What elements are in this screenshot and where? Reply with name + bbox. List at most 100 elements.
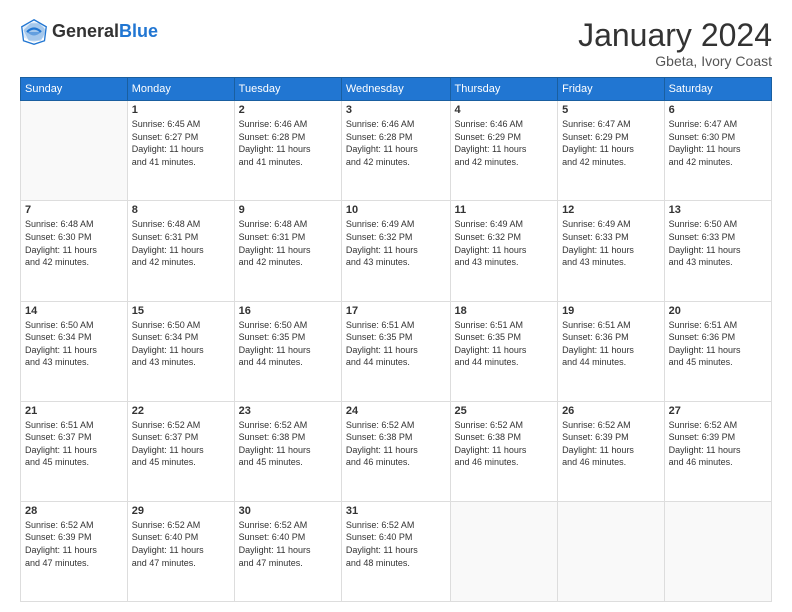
day-number: 18 (455, 305, 554, 317)
day-number: 22 (132, 405, 230, 417)
day-info: Sunrise: 6:52 AM Sunset: 6:39 PM Dayligh… (25, 519, 123, 569)
calendar-cell: 10 Sunrise: 6:49 AM Sunset: 6:32 PM Dayli… (341, 201, 450, 301)
day-number: 17 (346, 305, 446, 317)
calendar-cell: 2 Sunrise: 6:46 AM Sunset: 6:28 PM Daylig… (234, 101, 341, 201)
calendar-cell: 28 Sunrise: 6:52 AM Sunset: 6:39 PM Dayli… (21, 501, 128, 601)
calendar-week-row: 28 Sunrise: 6:52 AM Sunset: 6:39 PM Dayli… (21, 501, 772, 601)
day-number: 5 (562, 104, 660, 116)
day-header-saturday: Saturday (664, 78, 771, 101)
calendar-cell (450, 501, 558, 601)
title-block: January 2024 Gbeta, Ivory Coast (578, 18, 772, 69)
calendar-cell: 7 Sunrise: 6:48 AM Sunset: 6:30 PM Daylig… (21, 201, 128, 301)
day-header-monday: Monday (127, 78, 234, 101)
day-info: Sunrise: 6:45 AM Sunset: 6:27 PM Dayligh… (132, 118, 230, 168)
calendar-cell (21, 101, 128, 201)
header: General Blue January 2024 Gbeta, Ivory C… (20, 18, 772, 69)
calendar-cell: 14 Sunrise: 6:50 AM Sunset: 6:34 PM Dayli… (21, 301, 128, 401)
day-info: Sunrise: 6:46 AM Sunset: 6:28 PM Dayligh… (239, 118, 337, 168)
day-header-wednesday: Wednesday (341, 78, 450, 101)
location: Gbeta, Ivory Coast (578, 53, 772, 69)
day-number: 19 (562, 305, 660, 317)
day-info: Sunrise: 6:52 AM Sunset: 6:38 PM Dayligh… (239, 419, 337, 469)
day-number: 12 (562, 204, 660, 216)
day-info: Sunrise: 6:48 AM Sunset: 6:31 PM Dayligh… (132, 218, 230, 268)
day-info: Sunrise: 6:50 AM Sunset: 6:34 PM Dayligh… (25, 319, 123, 369)
calendar-cell: 29 Sunrise: 6:52 AM Sunset: 6:40 PM Dayli… (127, 501, 234, 601)
day-number: 2 (239, 104, 337, 116)
calendar-cell: 18Sunrise: 6:51 AM Sunset: 6:35 PM Dayli… (450, 301, 558, 401)
calendar-cell: 16 Sunrise: 6:50 AM Sunset: 6:35 PM Dayli… (234, 301, 341, 401)
day-info: Sunrise: 6:51 AM Sunset: 6:35 PM Dayligh… (346, 319, 446, 369)
day-info: Sunrise: 6:49 AM Sunset: 6:33 PM Dayligh… (562, 218, 660, 268)
calendar-week-row: 1 Sunrise: 6:45 AM Sunset: 6:27 PM Daylig… (21, 101, 772, 201)
day-info: Sunrise: 6:49 AM Sunset: 6:32 PM Dayligh… (346, 218, 446, 268)
calendar-cell (664, 501, 771, 601)
day-info: Sunrise: 6:50 AM Sunset: 6:35 PM Dayligh… (239, 319, 337, 369)
day-number: 10 (346, 204, 446, 216)
calendar-cell: 8 Sunrise: 6:48 AM Sunset: 6:31 PM Daylig… (127, 201, 234, 301)
day-number: 15 (132, 305, 230, 317)
calendar-week-row: 14 Sunrise: 6:50 AM Sunset: 6:34 PM Dayli… (21, 301, 772, 401)
month-title: January 2024 (578, 18, 772, 53)
day-info: Sunrise: 6:46 AM Sunset: 6:28 PM Dayligh… (346, 118, 446, 168)
calendar-cell: 9 Sunrise: 6:48 AM Sunset: 6:31 PM Daylig… (234, 201, 341, 301)
day-info: Sunrise: 6:52 AM Sunset: 6:39 PM Dayligh… (669, 419, 767, 469)
day-info: Sunrise: 6:52 AM Sunset: 6:39 PM Dayligh… (562, 419, 660, 469)
calendar-week-row: 21 Sunrise: 6:51 AM Sunset: 6:37 PM Dayli… (21, 401, 772, 501)
day-number: 21 (25, 405, 123, 417)
calendar-header-row: SundayMondayTuesdayWednesdayThursdayFrid… (21, 78, 772, 101)
day-info: Sunrise: 6:51 AM Sunset: 6:36 PM Dayligh… (562, 319, 660, 369)
day-info: Sunrise: 6:47 AM Sunset: 6:30 PM Dayligh… (669, 118, 767, 168)
day-info: Sunrise: 6:52 AM Sunset: 6:38 PM Dayligh… (455, 419, 554, 469)
calendar-cell (558, 501, 665, 601)
day-number: 16 (239, 305, 337, 317)
calendar-cell: 5Sunrise: 6:47 AM Sunset: 6:29 PM Daylig… (558, 101, 665, 201)
day-info: Sunrise: 6:49 AM Sunset: 6:32 PM Dayligh… (455, 218, 554, 268)
day-number: 24 (346, 405, 446, 417)
calendar-cell: 17 Sunrise: 6:51 AM Sunset: 6:35 PM Dayli… (341, 301, 450, 401)
day-info: Sunrise: 6:52 AM Sunset: 6:40 PM Dayligh… (132, 519, 230, 569)
day-number: 26 (562, 405, 660, 417)
day-header-thursday: Thursday (450, 78, 558, 101)
day-info: Sunrise: 6:48 AM Sunset: 6:31 PM Dayligh… (239, 218, 337, 268)
day-number: 1 (132, 104, 230, 116)
calendar-cell: 31 Sunrise: 6:52 AM Sunset: 6:40 PM Dayli… (341, 501, 450, 601)
day-info: Sunrise: 6:50 AM Sunset: 6:34 PM Dayligh… (132, 319, 230, 369)
calendar-table: SundayMondayTuesdayWednesdayThursdayFrid… (20, 77, 772, 602)
calendar-cell: 19 Sunrise: 6:51 AM Sunset: 6:36 PM Dayli… (558, 301, 665, 401)
day-number: 3 (346, 104, 446, 116)
calendar-cell: 13Sunrise: 6:50 AM Sunset: 6:33 PM Dayli… (664, 201, 771, 301)
calendar-cell: 26 Sunrise: 6:52 AM Sunset: 6:39 PM Dayli… (558, 401, 665, 501)
day-number: 25 (455, 405, 554, 417)
calendar-cell: 20Sunrise: 6:51 AM Sunset: 6:36 PM Dayli… (664, 301, 771, 401)
calendar-cell: 6 Sunrise: 6:47 AM Sunset: 6:30 PM Daylig… (664, 101, 771, 201)
day-header-tuesday: Tuesday (234, 78, 341, 101)
day-number: 6 (669, 104, 767, 116)
day-info: Sunrise: 6:46 AM Sunset: 6:29 PM Dayligh… (455, 118, 554, 168)
day-info: Sunrise: 6:48 AM Sunset: 6:30 PM Dayligh… (25, 218, 123, 268)
logo: General Blue (20, 18, 158, 46)
day-info: Sunrise: 6:52 AM Sunset: 6:40 PM Dayligh… (346, 519, 446, 569)
calendar-cell: 30Sunrise: 6:52 AM Sunset: 6:40 PM Dayli… (234, 501, 341, 601)
calendar-cell: 3 Sunrise: 6:46 AM Sunset: 6:28 PM Daylig… (341, 101, 450, 201)
logo-text: General Blue (52, 22, 158, 42)
day-header-sunday: Sunday (21, 78, 128, 101)
day-number: 28 (25, 505, 123, 517)
day-number: 20 (669, 305, 767, 317)
day-info: Sunrise: 6:52 AM Sunset: 6:38 PM Dayligh… (346, 419, 446, 469)
day-number: 9 (239, 204, 337, 216)
day-number: 14 (25, 305, 123, 317)
day-info: Sunrise: 6:51 AM Sunset: 6:37 PM Dayligh… (25, 419, 123, 469)
day-info: Sunrise: 6:52 AM Sunset: 6:37 PM Dayligh… (132, 419, 230, 469)
calendar-cell: 27Sunrise: 6:52 AM Sunset: 6:39 PM Dayli… (664, 401, 771, 501)
day-number: 4 (455, 104, 554, 116)
day-number: 29 (132, 505, 230, 517)
day-number: 8 (132, 204, 230, 216)
calendar-cell: 25 Sunrise: 6:52 AM Sunset: 6:38 PM Dayli… (450, 401, 558, 501)
day-number: 7 (25, 204, 123, 216)
day-number: 31 (346, 505, 446, 517)
calendar-week-row: 7 Sunrise: 6:48 AM Sunset: 6:30 PM Daylig… (21, 201, 772, 301)
day-number: 23 (239, 405, 337, 417)
calendar-cell: 21 Sunrise: 6:51 AM Sunset: 6:37 PM Dayli… (21, 401, 128, 501)
logo-general: General (52, 22, 119, 42)
